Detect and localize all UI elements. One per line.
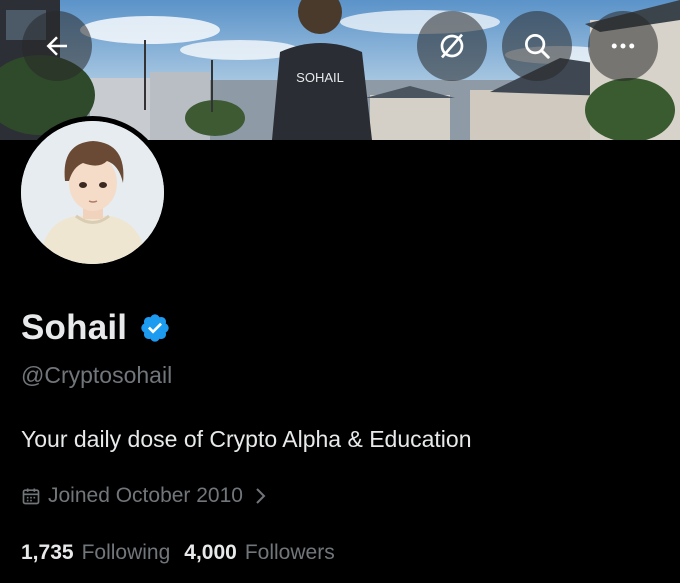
profile-name-row: Sohail	[21, 308, 171, 348]
follow-stats: 1,735 Following 4,000 Followers	[21, 541, 335, 565]
profile-bio: Your daily dose of Crypto Alpha & Educat…	[21, 426, 472, 452]
calendar-icon	[22, 488, 40, 505]
display-name: Sohail	[21, 308, 128, 347]
following-link[interactable]: 1,735 Following	[21, 541, 170, 565]
profile-handle: @Cryptosohail	[21, 362, 173, 388]
search-button[interactable]	[502, 11, 572, 81]
profile-avatar[interactable]	[16, 116, 169, 269]
followers-label: Followers	[244, 541, 335, 564]
more-horizontal-icon	[611, 43, 635, 49]
joined-date-row[interactable]: Joined October 2010	[21, 484, 267, 508]
avatar-image	[21, 121, 164, 264]
following-label: Following	[81, 541, 171, 564]
joined-date-text: Joined October 2010	[48, 484, 243, 507]
grok-slash-circle-icon	[440, 33, 464, 59]
more-options-button[interactable]	[588, 11, 658, 81]
followers-link[interactable]: 4,000 Followers	[184, 541, 334, 565]
back-button[interactable]	[22, 11, 92, 81]
arrow-left-icon	[46, 36, 67, 56]
chevron-right-icon	[256, 488, 266, 504]
followers-count: 4,000	[184, 541, 237, 564]
grok-button[interactable]	[417, 11, 487, 81]
banner-shirt-text: SOHAIL	[296, 70, 344, 85]
verified-badge-icon[interactable]	[139, 312, 171, 344]
search-icon	[525, 34, 550, 59]
following-count: 1,735	[21, 541, 74, 564]
